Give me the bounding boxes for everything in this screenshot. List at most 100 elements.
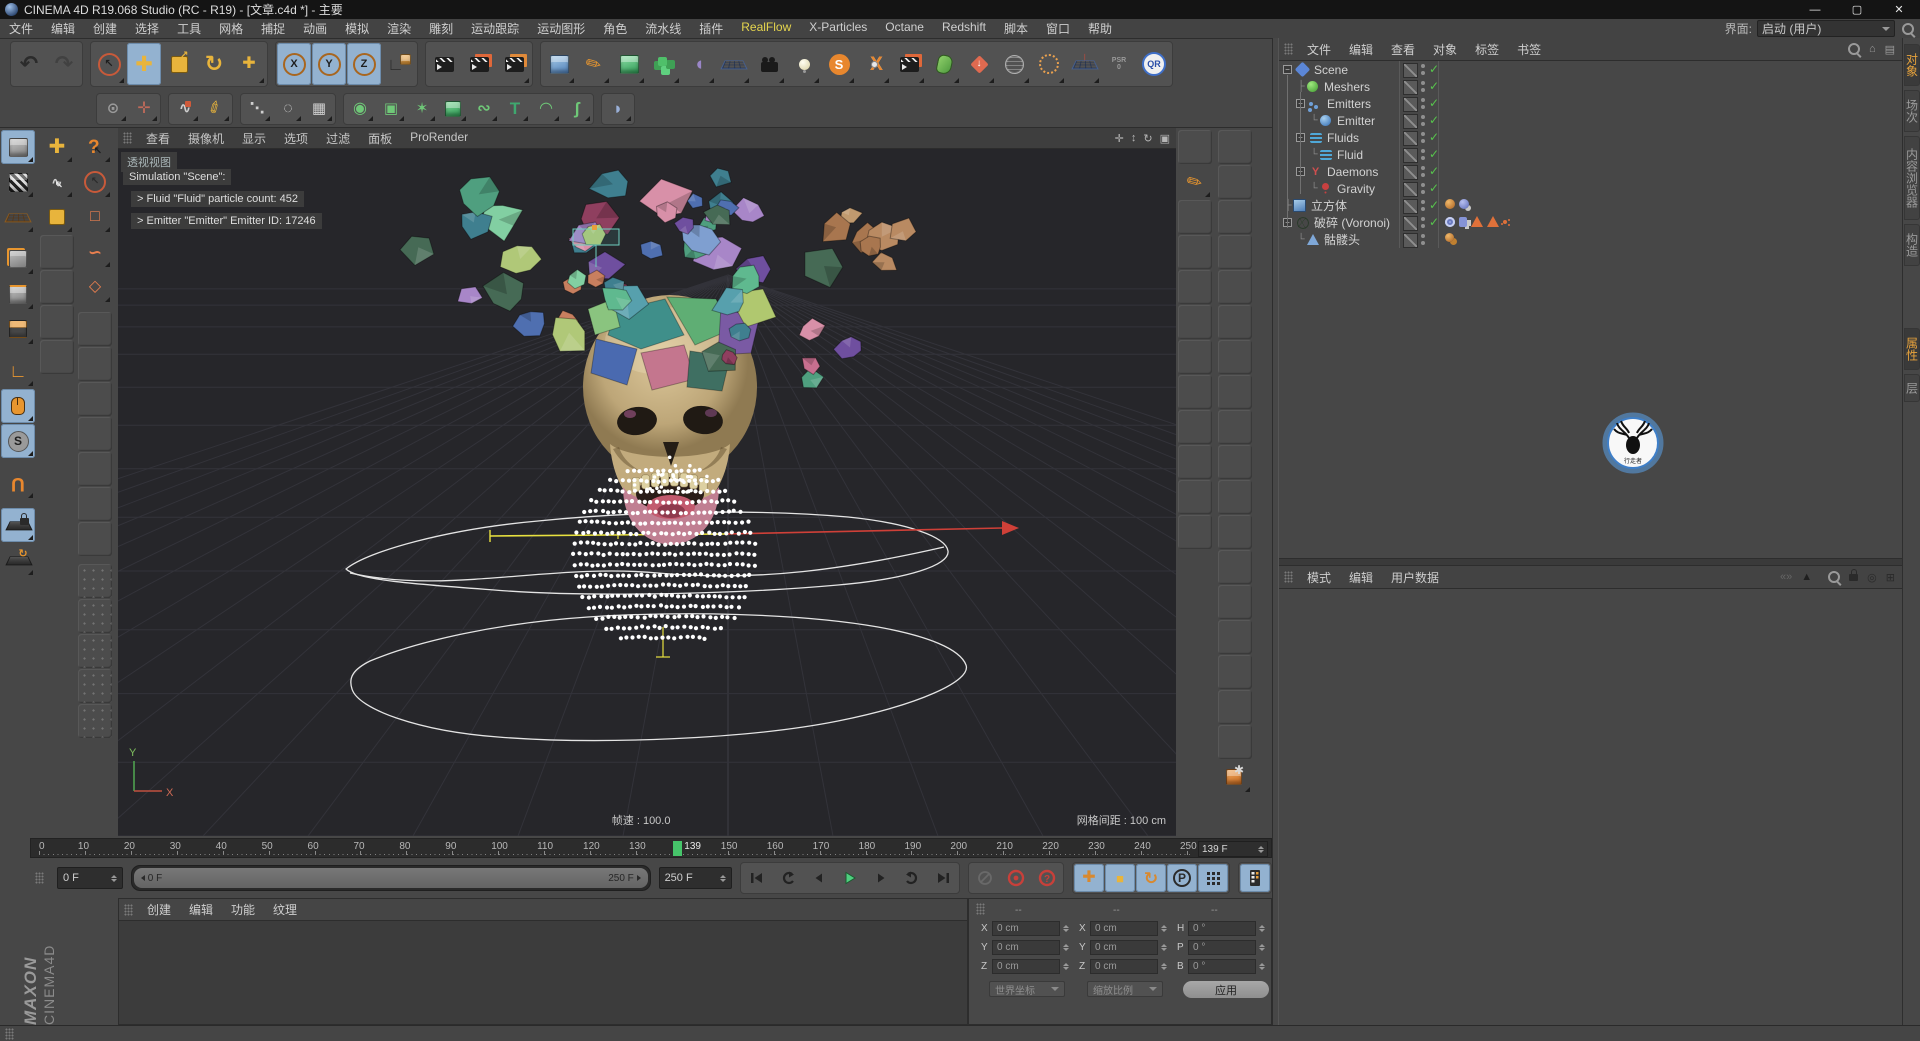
subdivision-surface-button[interactable] bbox=[612, 43, 646, 85]
realflow-clip-button[interactable] bbox=[892, 43, 926, 85]
shell-tool-button[interactable]: ◗ bbox=[603, 95, 633, 123]
panel-tab-内容浏览器[interactable]: 内容浏览器 bbox=[1904, 136, 1920, 220]
menu-item-编辑[interactable]: 编辑 bbox=[42, 20, 84, 37]
spinner-icon[interactable] bbox=[1259, 925, 1265, 932]
viewport-solo-button[interactable] bbox=[1, 389, 35, 423]
layer-swatch[interactable] bbox=[1403, 216, 1418, 231]
menu-item-创建[interactable]: 创建 bbox=[84, 20, 126, 37]
mospline-button[interactable] bbox=[1032, 43, 1066, 85]
coord-input-1-Z[interactable]: 0 cm bbox=[1090, 959, 1158, 974]
spinner-icon[interactable] bbox=[1259, 963, 1265, 970]
lock-y-button[interactable]: Y bbox=[312, 43, 346, 85]
pan-icon[interactable]: ✛ bbox=[1115, 132, 1124, 145]
particle-group-icon[interactable] bbox=[1459, 217, 1467, 227]
spinner-icon[interactable] bbox=[1161, 944, 1167, 951]
spinner-icon[interactable] bbox=[1063, 944, 1069, 951]
menu-item-X-Particles[interactable]: X-Particles bbox=[800, 20, 876, 37]
menu-item-创建[interactable]: 创建 bbox=[138, 901, 180, 918]
tree-row-Meshers[interactable]: ├Meshers✓ bbox=[1279, 78, 1903, 95]
tree-row-Fluids[interactable]: −Fluids✓ bbox=[1279, 129, 1903, 146]
psr-null-button[interactable]: PSR0 bbox=[1102, 43, 1136, 85]
mesh-points-button[interactable]: ▣ bbox=[376, 95, 406, 123]
cloner-button[interactable] bbox=[647, 43, 681, 85]
magnet-snap-button[interactable]: U bbox=[1, 466, 35, 500]
drag-grip[interactable] bbox=[124, 904, 133, 916]
search-icon[interactable] bbox=[1828, 571, 1840, 583]
menu-item-用户数据[interactable]: 用户数据 bbox=[1382, 569, 1448, 586]
panel-tab-属性[interactable]: 属性 bbox=[1904, 328, 1920, 370]
tree-row-骷髅头[interactable]: └骷髅头 bbox=[1279, 231, 1903, 248]
octane-daemon-button[interactable]: ↓ bbox=[962, 43, 996, 85]
mesh-cage-button[interactable]: ◉ bbox=[345, 95, 375, 123]
panel-splitter[interactable] bbox=[1279, 558, 1903, 566]
spinner-icon[interactable] bbox=[1161, 963, 1167, 970]
menu-item-插件[interactable]: 插件 bbox=[690, 20, 732, 37]
material-orange-icon[interactable] bbox=[1445, 199, 1455, 209]
mesh-voronoi-button[interactable] bbox=[438, 95, 468, 123]
visibility-dots-icon[interactable] bbox=[1421, 81, 1425, 85]
rect-select-button[interactable]: □ bbox=[78, 200, 112, 234]
menu-item-对象[interactable]: 对象 bbox=[1424, 41, 1466, 58]
range-thumb[interactable]: 0 F 250 F bbox=[134, 868, 648, 888]
menu-item-文件[interactable]: 文件 bbox=[1298, 41, 1340, 58]
workplane-button[interactable]: ∟ bbox=[1067, 43, 1101, 85]
menu-item-雕刻[interactable]: 雕刻 bbox=[420, 20, 462, 37]
menu-item-模式[interactable]: 模式 bbox=[1298, 569, 1340, 586]
mesh-ornament-button[interactable]: ʃ bbox=[562, 95, 592, 123]
spinner-icon[interactable] bbox=[1161, 925, 1167, 932]
point-mode-button[interactable] bbox=[1, 242, 35, 276]
x-particles-button[interactable]: X bbox=[857, 43, 891, 85]
guide-circle-button[interactable]: ◌ bbox=[273, 95, 303, 123]
viewport-canvas[interactable]: YX 透视视图 Simulation "Scene":> Fluid "Flui… bbox=[118, 149, 1176, 836]
sketch-material-button[interactable]: S bbox=[822, 43, 856, 85]
menu-item-角色[interactable]: 角色 bbox=[594, 20, 636, 37]
camera-button[interactable] bbox=[752, 43, 786, 85]
menu-item-摄像机[interactable]: 摄像机 bbox=[179, 130, 233, 147]
coordinate-system-button[interactable]: ∟ bbox=[382, 43, 416, 85]
mesh-text-button[interactable]: T bbox=[500, 95, 530, 123]
scale-button[interactable]: ↗ bbox=[162, 43, 196, 85]
layer-swatch[interactable] bbox=[1403, 114, 1418, 129]
toggle-view-icon[interactable]: ▣ bbox=[1160, 132, 1170, 145]
play-reverse-button[interactable] bbox=[773, 864, 803, 892]
tree-row-Emitter[interactable]: └Emitter✓ bbox=[1279, 112, 1903, 129]
key-parameter-button[interactable]: P bbox=[1167, 864, 1197, 892]
help-tool-button[interactable]: ?↖ bbox=[78, 130, 112, 164]
layer-swatch[interactable] bbox=[1403, 63, 1418, 78]
drag-grip[interactable] bbox=[1284, 43, 1293, 55]
bend-deformer-button[interactable]: ◖ bbox=[682, 43, 716, 85]
key-pla-button[interactable] bbox=[1198, 864, 1228, 892]
primitive-cube-button[interactable] bbox=[542, 43, 576, 85]
timeline-ruler[interactable]: 0102030405060708090100110120130150160170… bbox=[30, 838, 1272, 858]
visibility-dots-icon[interactable] bbox=[1421, 234, 1425, 238]
coord-input-2-B[interactable]: 0 ° bbox=[1188, 959, 1256, 974]
layer-swatch[interactable] bbox=[1403, 199, 1418, 214]
tree-expander[interactable]: − bbox=[1283, 65, 1292, 74]
preview-range-slider[interactable]: 0 F 250 F bbox=[131, 865, 651, 891]
tree-row-Scene[interactable]: −Scene✓ bbox=[1279, 61, 1903, 78]
coord-input-0-Y[interactable]: 0 cm bbox=[992, 940, 1060, 955]
menu-item-书签[interactable]: 书签 bbox=[1508, 41, 1550, 58]
menu-item-RealFlow[interactable]: RealFlow bbox=[732, 20, 800, 37]
spline-arc-button[interactable]: ∿ bbox=[170, 95, 200, 123]
menu-item-Octane[interactable]: Octane bbox=[876, 20, 933, 37]
spline-smooth-button[interactable]: ✐ bbox=[201, 95, 231, 123]
live-selection-button[interactable]: ↖ bbox=[92, 43, 126, 85]
record-help-button[interactable]: ? bbox=[1032, 864, 1062, 892]
current-frame-field[interactable]: 0 F bbox=[57, 867, 123, 889]
panel-tab-场次[interactable]: 场次 bbox=[1904, 90, 1920, 132]
orbit-icon[interactable]: ↻ bbox=[1143, 132, 1152, 145]
mesh-explode-button[interactable]: ✶ bbox=[407, 95, 437, 123]
menu-item-面板[interactable]: 面板 bbox=[359, 130, 401, 147]
realflow-mesher-button[interactable] bbox=[927, 43, 961, 85]
close-button[interactable]: ✕ bbox=[1878, 0, 1920, 19]
field-sphere-button[interactable] bbox=[997, 43, 1031, 85]
alert-tag-icon[interactable] bbox=[1471, 216, 1483, 227]
expand-icon[interactable]: ⊞ bbox=[1886, 571, 1895, 584]
layer-swatch[interactable] bbox=[1403, 182, 1418, 197]
qr-updater-button[interactable]: QR bbox=[1137, 43, 1171, 85]
visibility-dots-icon[interactable] bbox=[1421, 98, 1425, 102]
history-arrows-icon[interactable]: «» bbox=[1780, 571, 1792, 583]
search-icon[interactable] bbox=[1902, 23, 1914, 35]
current-frame-marker[interactable] bbox=[673, 841, 682, 856]
